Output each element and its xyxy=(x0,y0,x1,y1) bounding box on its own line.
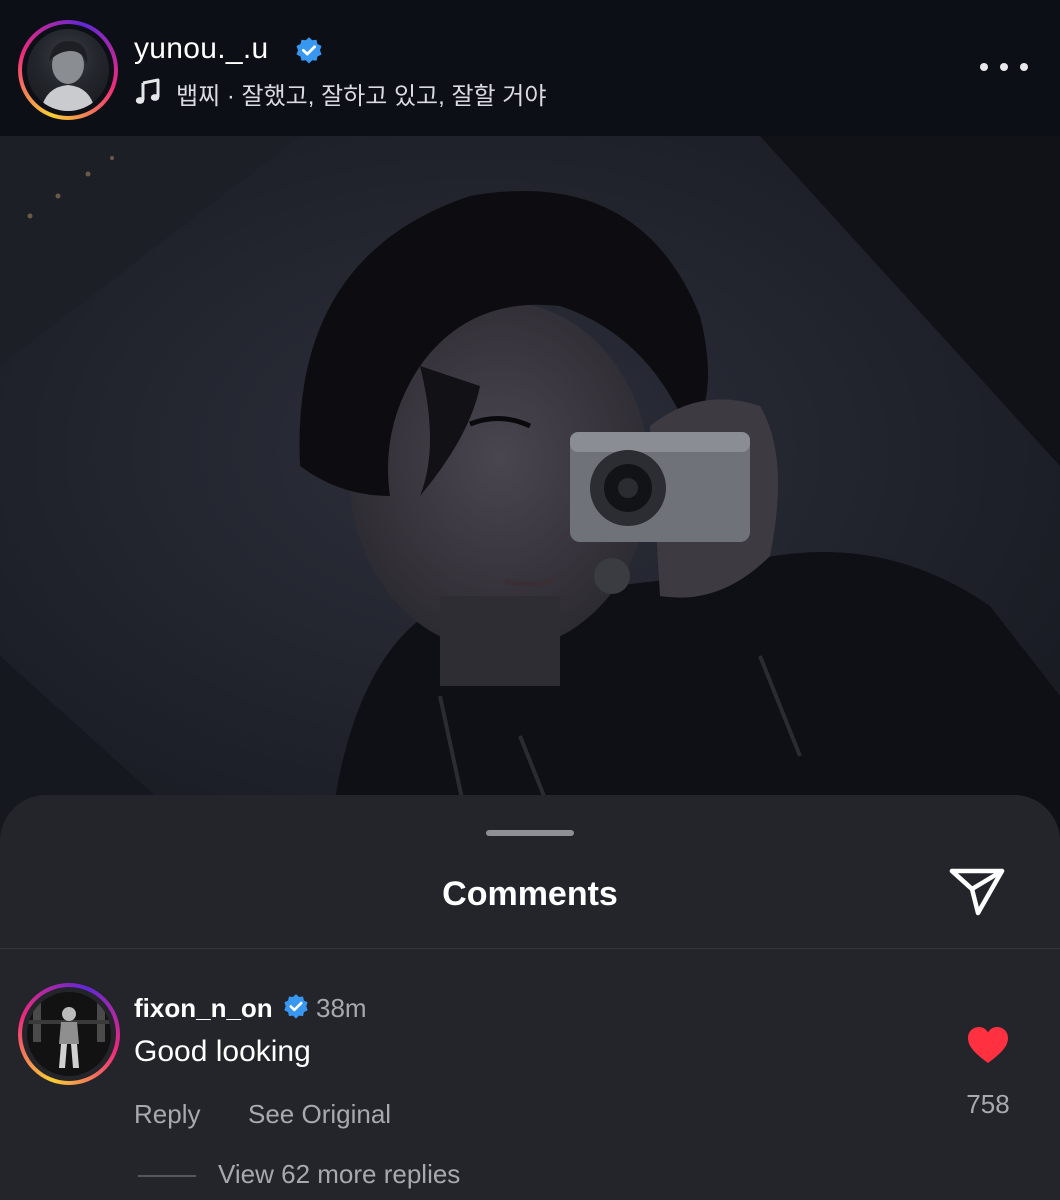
more-options-button[interactable] xyxy=(980,52,1028,82)
post-photo[interactable] xyxy=(0,136,1060,836)
like-count: 758 xyxy=(966,1089,1010,1119)
commenter-username[interactable]: fixon_n_on xyxy=(134,993,273,1024)
music-note-icon xyxy=(135,78,160,104)
instagram-post-screen: yunou._.u 뱁찌 · 잘했고, 잘하고 있고, 잘할 거야 Commen… xyxy=(0,0,1060,1200)
post-music-track[interactable]: 뱁찌 · 잘했고, 잘하고 있고, 잘할 거야 xyxy=(176,76,546,111)
post-header: yunou._.u 뱁찌 · 잘했고, 잘하고 있고, 잘할 거야 xyxy=(0,0,1060,136)
paper-plane-icon[interactable] xyxy=(946,863,1008,919)
poster-avatar-image xyxy=(41,40,95,111)
commenter-avatar[interactable] xyxy=(18,983,120,1085)
comments-title: Comments xyxy=(442,875,618,913)
more-dot xyxy=(1020,63,1028,71)
poster-username[interactable]: yunou._.u xyxy=(134,32,268,66)
sheet-divider xyxy=(0,948,1060,949)
comments-sheet: Comments fixon_n_on 38m Good looking Rep… xyxy=(0,795,1060,1200)
commenter-avatar-image xyxy=(27,992,111,1076)
replies-divider-line xyxy=(138,1175,196,1177)
comment-text: Good looking xyxy=(134,1035,311,1068)
reply-button[interactable]: Reply xyxy=(134,1099,200,1130)
verified-badge-icon xyxy=(284,994,308,1019)
more-dot xyxy=(1000,63,1008,71)
sheet-drag-handle[interactable] xyxy=(486,830,574,836)
see-original-button[interactable]: See Original xyxy=(248,1099,391,1130)
poster-avatar[interactable] xyxy=(18,20,118,120)
verified-badge-icon xyxy=(296,37,322,64)
post-photo-image xyxy=(0,136,1060,836)
more-horizontal-icon xyxy=(980,63,988,71)
heart-icon[interactable] xyxy=(966,1025,1010,1065)
view-more-replies-button[interactable]: View 62 more replies xyxy=(218,1159,460,1190)
comment-timestamp: 38m xyxy=(316,993,367,1023)
